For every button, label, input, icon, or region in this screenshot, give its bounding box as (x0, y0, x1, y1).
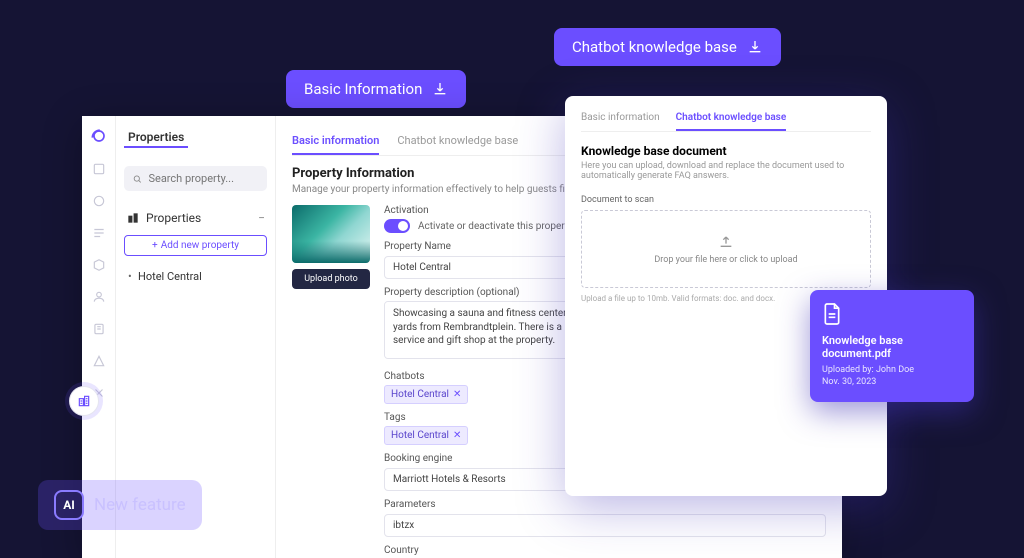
file-name: Knowledge base document.pdf (822, 334, 962, 360)
sidebar-section[interactable]: Properties − (124, 207, 267, 229)
ai-icon: AI (54, 490, 84, 520)
kb-tab-kb[interactable]: Chatbot knowledge base (676, 110, 787, 131)
buildings-icon (126, 211, 140, 225)
search-icon (132, 173, 142, 185)
tab-chatbot-kb[interactable]: Chatbot knowledge base (397, 130, 518, 155)
collapse-icon: − (258, 211, 265, 225)
nav-icon[interactable] (90, 160, 108, 178)
nav-icon[interactable] (90, 192, 108, 210)
nav-icon[interactable] (90, 320, 108, 338)
file-date: Nov. 30, 2023 (822, 376, 962, 388)
section-label: Properties (146, 211, 201, 225)
nav-icon[interactable] (90, 224, 108, 242)
upload-photo-button[interactable]: Upload photo (292, 269, 370, 289)
chip-remove-icon[interactable]: ✕ (453, 430, 461, 441)
nav-icon[interactable] (90, 256, 108, 274)
add-label: Add new property (161, 240, 239, 251)
kb-tabs: Basic information Chatbot knowledge base (581, 110, 871, 132)
nav-icon[interactable] (90, 288, 108, 306)
dropzone-text: Drop your file here or click to upload (654, 255, 797, 265)
logo-icon (89, 126, 109, 146)
activation-text: Activate or deactivate this property. (418, 221, 575, 232)
dropzone[interactable]: Drop your file here or click to upload (581, 210, 871, 288)
chatbot-chip[interactable]: Hotel Central✕ (384, 385, 468, 404)
file-uploaded-by: Uploaded by: John Doe (822, 364, 962, 376)
activation-toggle[interactable] (384, 219, 410, 233)
params-input[interactable] (384, 514, 826, 537)
kb-title: Knowledge base document (581, 144, 871, 158)
kb-tab-basic[interactable]: Basic information (581, 110, 660, 131)
tag-chatbot-kb: Chatbot knowledge base (554, 28, 781, 66)
download-icon (747, 39, 763, 55)
file-card: Knowledge base document.pdf Uploaded by:… (810, 290, 974, 402)
nav-icon-buildings-active[interactable] (69, 386, 99, 416)
sidebar-item[interactable]: Hotel Central (124, 266, 267, 287)
tag-chip[interactable]: Hotel Central✕ (384, 426, 468, 445)
new-feature-pill: AI New feature (38, 480, 202, 530)
search-box[interactable] (124, 166, 267, 191)
file-icon (822, 302, 842, 326)
property-photo (292, 205, 370, 263)
params-label: Parameters (384, 499, 826, 510)
kb-doc-label: Document to scan (581, 195, 871, 205)
nav-icon[interactable] (90, 352, 108, 370)
tag-label: Chatbot knowledge base (572, 38, 737, 56)
tag-label: Basic Information (304, 80, 422, 98)
add-property-button[interactable]: +Add new property (124, 235, 267, 256)
search-input[interactable] (148, 172, 259, 185)
chip-remove-icon[interactable]: ✕ (453, 389, 461, 400)
upload-icon (718, 233, 734, 249)
sidebar-title: Properties (124, 124, 188, 148)
country-label: Country (384, 545, 826, 556)
kb-subtitle: Here you can upload, download and replac… (581, 161, 871, 181)
tab-basic-info[interactable]: Basic information (292, 130, 379, 155)
new-feature-text: New feature (94, 495, 186, 515)
download-icon (432, 81, 448, 97)
tag-basic-information: Basic Information (286, 70, 466, 108)
